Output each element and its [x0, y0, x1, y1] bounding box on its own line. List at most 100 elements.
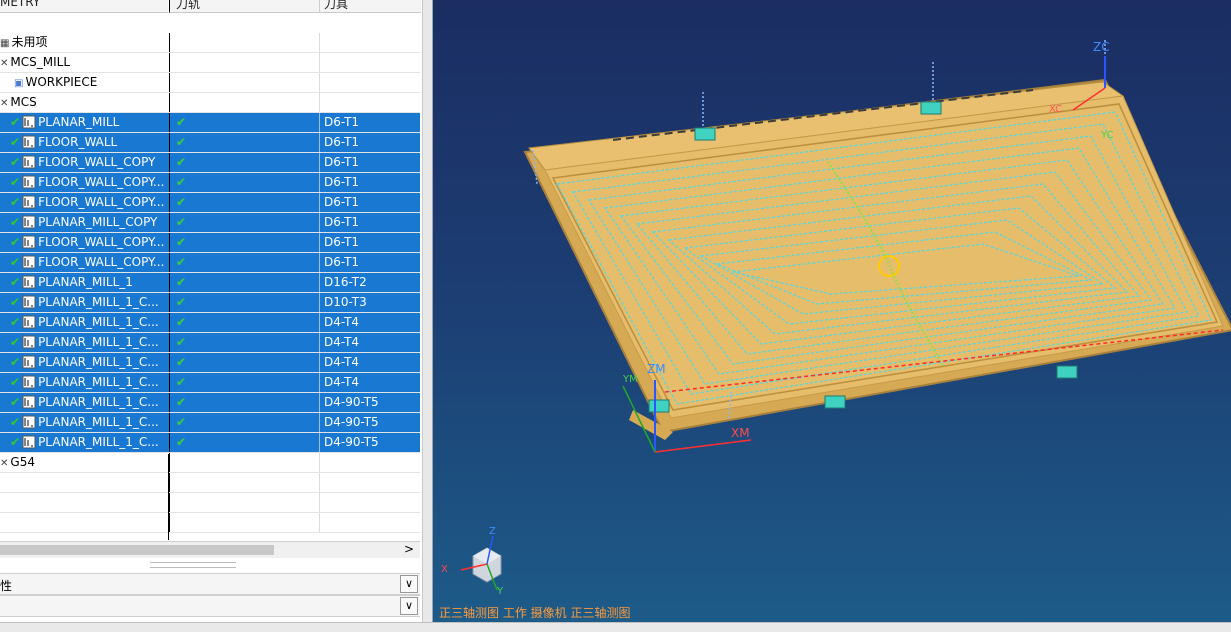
- toolpath-status-cell[interactable]: ✔: [169, 113, 319, 132]
- toolpath-status-cell[interactable]: ✔: [169, 273, 319, 292]
- toolpath-status-cell[interactable]: [169, 73, 319, 92]
- navigator-row[interactable]: ✔ PLANAR_MILL_1_C... ✔ D4-T4: [0, 333, 420, 353]
- operation-name-cell[interactable]: ✕ G54: [0, 453, 168, 472]
- tool-cell[interactable]: D6-T1: [319, 193, 420, 212]
- tool-cell[interactable]: D4-T4: [319, 313, 420, 332]
- operation-name-cell[interactable]: ✔ PLANAR_MILL_1: [0, 273, 170, 292]
- tool-cell[interactable]: D16-T2: [319, 273, 420, 292]
- operation-name-cell[interactable]: ✔ FLOOR_WALL: [0, 133, 170, 152]
- tool-cell[interactable]: D10-T3: [319, 293, 420, 312]
- column-header-name[interactable]: METRY: [0, 0, 168, 13]
- operation-name-cell[interactable]: ✔ PLANAR_MILL_1_C...: [0, 353, 170, 372]
- toolpath-status-cell[interactable]: ✔: [169, 213, 319, 232]
- operation-name-cell[interactable]: ✔ PLANAR_MILL_1_C...: [0, 333, 170, 352]
- toolpath-status-cell[interactable]: ✔: [169, 233, 319, 252]
- scroll-thumb[interactable]: [0, 545, 274, 555]
- details-panel-header[interactable]: ∨: [0, 595, 420, 617]
- tool-cell[interactable]: D4-T4: [319, 373, 420, 392]
- navigator-row[interactable]: ✔ FLOOR_WALL ✔ D6-T1: [0, 133, 420, 153]
- tool-cell[interactable]: D6-T1: [319, 153, 420, 172]
- tool-cell[interactable]: [319, 73, 420, 92]
- toolpath-status-cell[interactable]: ✔: [169, 353, 319, 372]
- column-header-tool[interactable]: 刀具: [319, 0, 421, 13]
- operation-name-cell[interactable]: ✔ FLOOR_WALL_COPY...: [0, 233, 170, 252]
- navigator-row[interactable]: ✕ G54: [0, 453, 420, 473]
- navigator-row[interactable]: ✔ PLANAR_MILL_1_C... ✔ D4-T4: [0, 373, 420, 393]
- expand-chevron-icon[interactable]: ∨: [400, 575, 418, 593]
- tool-cell[interactable]: [319, 93, 420, 112]
- navigator-row[interactable]: ✕ MCS_MILL: [0, 53, 420, 73]
- navigator-row[interactable]: ✔ FLOOR_WALL_COPY... ✔ D6-T1: [0, 253, 420, 273]
- toolpath-status-cell[interactable]: [169, 53, 319, 72]
- operation-name-cell[interactable]: ✔ PLANAR_MILL_COPY: [0, 213, 170, 232]
- tool-cell[interactable]: D6-T1: [319, 233, 420, 252]
- toolpath-status-cell[interactable]: [169, 93, 319, 112]
- tool-cell[interactable]: D6-T1: [319, 113, 420, 132]
- operation-name-cell[interactable]: ✔ PLANAR_MILL: [0, 113, 170, 132]
- operation-name-cell[interactable]: ▣ WORKPIECE: [0, 73, 174, 92]
- tool-cell[interactable]: [319, 33, 420, 52]
- operation-name-cell[interactable]: ✕ MCS: [0, 93, 168, 112]
- tool-cell[interactable]: D4-90-T5: [319, 413, 420, 432]
- navigator-row[interactable]: ✔ PLANAR_MILL_1_C... ✔ D4-90-T5: [0, 433, 420, 453]
- operation-name-cell[interactable]: ✔ PLANAR_MILL_1_C...: [0, 393, 170, 412]
- operation-name-cell[interactable]: ✔ FLOOR_WALL_COPY...: [0, 193, 170, 212]
- navigator-row[interactable]: ▦ 未用项: [0, 33, 420, 53]
- navigator-row[interactable]: ✔ PLANAR_MILL_1_C... ✔ D4-T4: [0, 313, 420, 333]
- operation-name-cell[interactable]: ✔ PLANAR_MILL_1_C...: [0, 293, 170, 312]
- navigator-row[interactable]: ✔ PLANAR_MILL_1_C... ✔ D10-T3: [0, 293, 420, 313]
- toolpath-status-cell[interactable]: ✔: [169, 153, 319, 172]
- navigator-row[interactable]: ✔ PLANAR_MILL_COPY ✔ D6-T1: [0, 213, 420, 233]
- tool-cell[interactable]: D6-T1: [319, 213, 420, 232]
- navigator-row[interactable]: ✔ PLANAR_MILL_1_C... ✔ D4-90-T5: [0, 413, 420, 433]
- navigator-row[interactable]: ✔ FLOOR_WALL_COPY... ✔ D6-T1: [0, 193, 420, 213]
- tool-cell[interactable]: D4-T4: [319, 333, 420, 352]
- navigator-row[interactable]: ✔ PLANAR_MILL_1_C... ✔ D4-90-T5: [0, 393, 420, 413]
- horizontal-scrollbar[interactable]: >: [0, 541, 420, 558]
- tool-cell[interactable]: D6-T1: [319, 253, 420, 272]
- navigator-row[interactable]: ✔ FLOOR_WALL_COPY... ✔ D6-T1: [0, 233, 420, 253]
- toolpath-status-cell[interactable]: ✔: [169, 433, 319, 452]
- pane-splitter[interactable]: [422, 0, 433, 631]
- tool-cell[interactable]: [319, 53, 420, 72]
- operation-name-cell[interactable]: ✕ MCS_MILL: [0, 53, 168, 72]
- navigator-row[interactable]: ✔ PLANAR_MILL ✔ D6-T1: [0, 113, 420, 133]
- operation-name-cell[interactable]: ✔ PLANAR_MILL_1_C...: [0, 313, 170, 332]
- navigator-row[interactable]: ✔ PLANAR_MILL_1 ✔ D16-T2: [0, 273, 420, 293]
- column-header-toolpath[interactable]: 刀轨: [169, 0, 319, 13]
- tool-cell[interactable]: D4-90-T5: [319, 433, 420, 452]
- scroll-right-arrow[interactable]: >: [404, 542, 414, 556]
- toolpath-status-cell[interactable]: ✔: [169, 193, 319, 212]
- tool-cell[interactable]: D4-90-T5: [319, 393, 420, 412]
- navigator-row[interactable]: ✕ MCS: [0, 93, 420, 113]
- navigator-row[interactable]: ▣ WORKPIECE: [0, 73, 420, 93]
- toolpath-status-cell[interactable]: ✔: [169, 173, 319, 192]
- operation-name-cell[interactable]: ✔ FLOOR_WALL_COPY: [0, 153, 170, 172]
- pane-grip[interactable]: [150, 562, 236, 568]
- view-triad[interactable]: Z X Y: [441, 526, 523, 600]
- toolpath-status-cell[interactable]: [169, 33, 319, 52]
- toolpath-status-cell[interactable]: ✔: [169, 333, 319, 352]
- operation-name-cell[interactable]: ✔ FLOOR_WALL_COPY...: [0, 173, 170, 192]
- toolpath-status-cell[interactable]: ✔: [169, 133, 319, 152]
- toolpath-status-cell[interactable]: ✔: [169, 253, 319, 272]
- operation-name-cell[interactable]: ✔ FLOOR_WALL_COPY...: [0, 253, 170, 272]
- toolpath-status-cell[interactable]: ✔: [169, 293, 319, 312]
- tool-cell[interactable]: D6-T1: [319, 173, 420, 192]
- operation-name-cell[interactable]: ✔ PLANAR_MILL_1_C...: [0, 373, 170, 392]
- toolpath-status-cell[interactable]: ✔: [169, 413, 319, 432]
- tool-cell[interactable]: [319, 453, 420, 472]
- navigator-row[interactable]: ✔ FLOOR_WALL_COPY ✔ D6-T1: [0, 153, 420, 173]
- toolpath-status-cell[interactable]: ✔: [169, 313, 319, 332]
- toolpath-status-cell[interactable]: ✔: [169, 373, 319, 392]
- operation-name-cell[interactable]: ✔ PLANAR_MILL_1_C...: [0, 433, 170, 452]
- property-panel-header[interactable]: 性 ∨: [0, 573, 420, 595]
- tool-cell[interactable]: D4-T4: [319, 353, 420, 372]
- toolpath-status-cell[interactable]: [169, 453, 319, 472]
- tool-cell[interactable]: D6-T1: [319, 133, 420, 152]
- toolpath-status-cell[interactable]: ✔: [169, 393, 319, 412]
- graphics-viewport[interactable]: ZC XC YC ZM YM XM Z X Y 正三轴测图 工作 摄像机 正三轴…: [433, 0, 1231, 622]
- navigator-row[interactable]: ✔ PLANAR_MILL_1_C... ✔ D4-T4: [0, 353, 420, 373]
- operation-name-cell[interactable]: ✔ PLANAR_MILL_1_C...: [0, 413, 170, 432]
- operation-name-cell[interactable]: ▦ 未用项: [0, 33, 168, 52]
